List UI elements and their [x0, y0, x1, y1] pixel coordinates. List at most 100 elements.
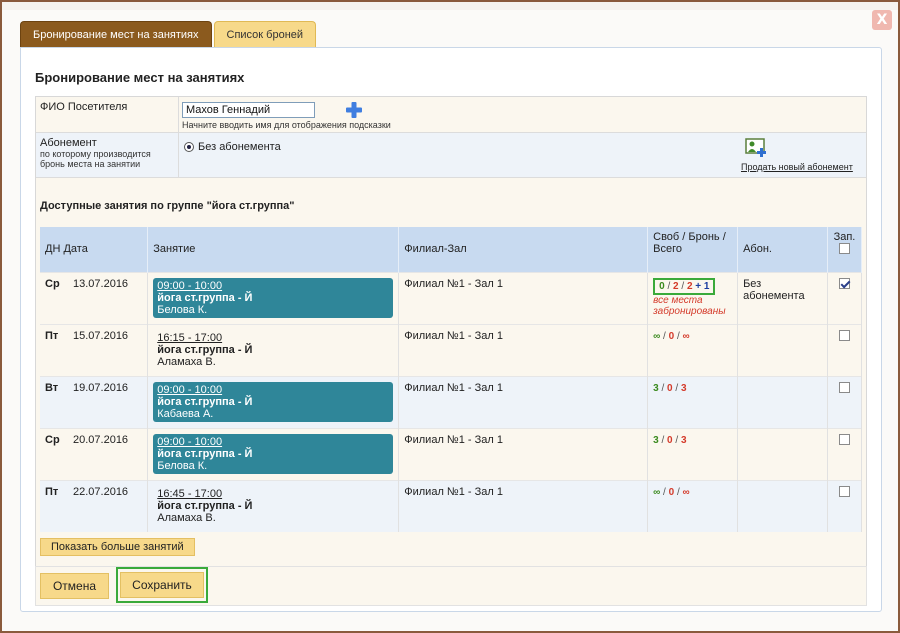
book-checkbox[interactable]: [838, 381, 850, 393]
table-row: Пт 22.07.2016 16:45 - 17:00 йога ст.групп…: [40, 479, 863, 532]
abon-cell: Без абонемента: [737, 271, 828, 324]
book-checkbox[interactable]: [838, 329, 850, 341]
visitor-name-input[interactable]: [182, 102, 315, 118]
branch-cell: Филиал №1 - Зал 1: [398, 323, 649, 376]
lesson-name: йога ст.группа - Й: [157, 395, 253, 408]
lesson-teacher: Аламаха В.: [157, 511, 216, 524]
lessons-table: ДН Дата Занятие Филиал-Зал Своб / Бронь …: [40, 227, 863, 532]
lesson-cell: 09:00 - 10:00 йога ст.группа - Й Белова …: [147, 427, 400, 480]
book-checkbox[interactable]: [838, 433, 850, 445]
visitor-label: ФИО Посетителя: [40, 101, 128, 113]
date-cell: Ср 20.07.2016: [40, 427, 149, 480]
stats-cell: 3 / 0 / 3: [647, 375, 739, 428]
lesson-cell: 09:00 - 10:00 йога ст.группа - Й Белова …: [147, 271, 400, 324]
col-lesson-header: Занятие: [147, 227, 400, 272]
stats-cell: 0 / 2 / 2 + 1 все места забронированы: [647, 271, 739, 324]
lesson-teacher: Белова К.: [157, 303, 208, 316]
dialog-frame: X Бронирование мест на занятиях Список б…: [0, 0, 900, 633]
total-count: 2: [686, 280, 693, 292]
booking-panel: Бронирование мест на занятиях ФИО Посети…: [20, 47, 882, 612]
extra-count: + 1: [695, 280, 710, 292]
col-book-header: Зап.: [827, 227, 863, 272]
book-cell: [827, 323, 863, 376]
add-subscription-icon[interactable]: [745, 138, 769, 158]
tab-booking-list[interactable]: Список броней: [213, 21, 317, 47]
abon-cell: [737, 375, 828, 428]
date-cell: Ср 13.07.2016: [40, 271, 149, 324]
lesson-box[interactable]: 09:00 - 10:00 йога ст.группа - Й Кабаева…: [153, 381, 394, 422]
abon-cell: [737, 427, 828, 480]
col-date-header: ДН Дата: [40, 227, 149, 272]
cancel-button[interactable]: Отмена: [40, 573, 109, 599]
available-lessons-title: Доступные занятия по группе "йога ст.гру…: [40, 200, 295, 212]
stats-cell: ∞ / 0 / ∞: [647, 323, 739, 376]
tab-bar: Бронирование мест на занятиях Список бро…: [20, 21, 317, 47]
lesson-cell: 16:45 - 17:00 йога ст.группа - Й Аламаха…: [147, 479, 400, 532]
footer-bar: Отмена Сохранить: [35, 566, 867, 606]
sell-subscription-link[interactable]: Продать новый абонемент: [741, 162, 853, 172]
seat-stats: ∞ / 0 / ∞: [653, 330, 690, 342]
lesson-date: 22.07.2016: [73, 485, 129, 498]
lesson-teacher: Белова К.: [157, 459, 208, 472]
no-subscription-label: Без абонемента: [198, 141, 281, 153]
book-cell: [827, 271, 863, 324]
lesson-date: 15.07.2016: [73, 329, 129, 342]
lesson-box[interactable]: 09:00 - 10:00 йога ст.группа - Й Белова …: [153, 277, 394, 318]
lesson-time[interactable]: 16:45 - 17:00: [157, 488, 389, 500]
lesson-name: йога ст.группа - Й: [157, 291, 253, 304]
table-row: Ср 20.07.2016 09:00 - 10:00 йога ст.групп…: [40, 427, 863, 480]
lesson-time[interactable]: 16:15 - 17:00: [157, 332, 389, 344]
seat-stats: 0 / 2 / 2 + 1: [653, 277, 716, 295]
col-book-label: Зап.: [833, 231, 856, 243]
lesson-name: йога ст.группа - Й: [157, 343, 253, 356]
day-of-week: Вт: [45, 381, 59, 394]
lesson-time[interactable]: 09:00 - 10:00: [157, 384, 389, 396]
table-row: Ср 13.07.2016 09:00 - 10:00 йога ст.групп…: [40, 271, 863, 324]
show-more-button[interactable]: Показать больше занятий: [40, 538, 195, 556]
save-button[interactable]: Сохранить: [120, 572, 204, 598]
lesson-time[interactable]: 09:00 - 10:00: [157, 280, 389, 292]
lesson-box[interactable]: 16:15 - 17:00 йога ст.группа - Й Аламаха…: [153, 330, 393, 370]
subscription-label: Абонемент: [40, 137, 97, 149]
lesson-box[interactable]: 09:00 - 10:00 йога ст.группа - Й Белова …: [153, 433, 394, 474]
lesson-name: йога ст.группа - Й: [157, 447, 253, 460]
branch-cell: Филиал №1 - Зал 1: [398, 479, 649, 532]
no-subscription-radio[interactable]: [184, 142, 194, 152]
col-branch-header: Филиал-Зал: [398, 227, 649, 272]
lesson-name: йога ст.группа - Й: [157, 499, 253, 512]
book-cell: [827, 375, 863, 428]
plus-icon[interactable]: [345, 101, 363, 119]
visitor-label-cell: ФИО Посетителя: [36, 97, 179, 132]
lesson-date: 13.07.2016: [73, 277, 129, 290]
stats-cell: ∞ / 0 / ∞: [647, 479, 739, 532]
date-cell: Пт 22.07.2016: [40, 479, 149, 532]
table-row: Пт 15.07.2016 16:15 - 17:00 йога ст.групп…: [40, 323, 863, 376]
subscription-sublabel: по которому производится бронь места на …: [40, 149, 151, 169]
branch-cell: Филиал №1 - Зал 1: [398, 427, 649, 480]
visitor-hint: Начните вводить имя для отображения подс…: [182, 120, 391, 130]
top-strip: [2, 2, 898, 10]
subscription-row: Абонемент по которому производится бронь…: [36, 133, 866, 178]
lesson-time[interactable]: 09:00 - 10:00: [157, 436, 389, 448]
total-count: ∞: [682, 486, 690, 498]
lesson-box[interactable]: 16:45 - 17:00 йога ст.группа - Й Аламаха…: [153, 486, 393, 526]
visitor-row: ФИО Посетителя Начните вводить имя для о…: [36, 97, 866, 133]
abon-cell: [737, 479, 828, 532]
date-cell: Пт 15.07.2016: [40, 323, 149, 376]
branch-cell: Филиал №1 - Зал 1: [398, 271, 649, 324]
lesson-cell: 16:15 - 17:00 йога ст.группа - Й Аламаха…: [147, 323, 400, 376]
total-count: 3: [680, 434, 687, 446]
seat-stats: 3 / 0 / 3: [653, 382, 687, 394]
select-all-checkbox[interactable]: [838, 243, 850, 254]
book-cell: [827, 427, 863, 480]
col-abon-header: Абон.: [737, 227, 828, 272]
book-checkbox[interactable]: [838, 485, 850, 497]
lesson-cell: 09:00 - 10:00 йога ст.группа - Й Кабаева…: [147, 375, 400, 428]
book-checkbox[interactable]: [838, 277, 850, 289]
all-booked-note: все места забронированы: [653, 294, 726, 317]
close-icon[interactable]: X: [872, 10, 892, 30]
page-title: Бронирование мест на занятиях: [35, 70, 245, 85]
booking-form: ФИО Посетителя Начните вводить имя для о…: [35, 96, 867, 576]
tab-booking[interactable]: Бронирование мест на занятиях: [20, 21, 212, 47]
branch-cell: Филиал №1 - Зал 1: [398, 375, 649, 428]
